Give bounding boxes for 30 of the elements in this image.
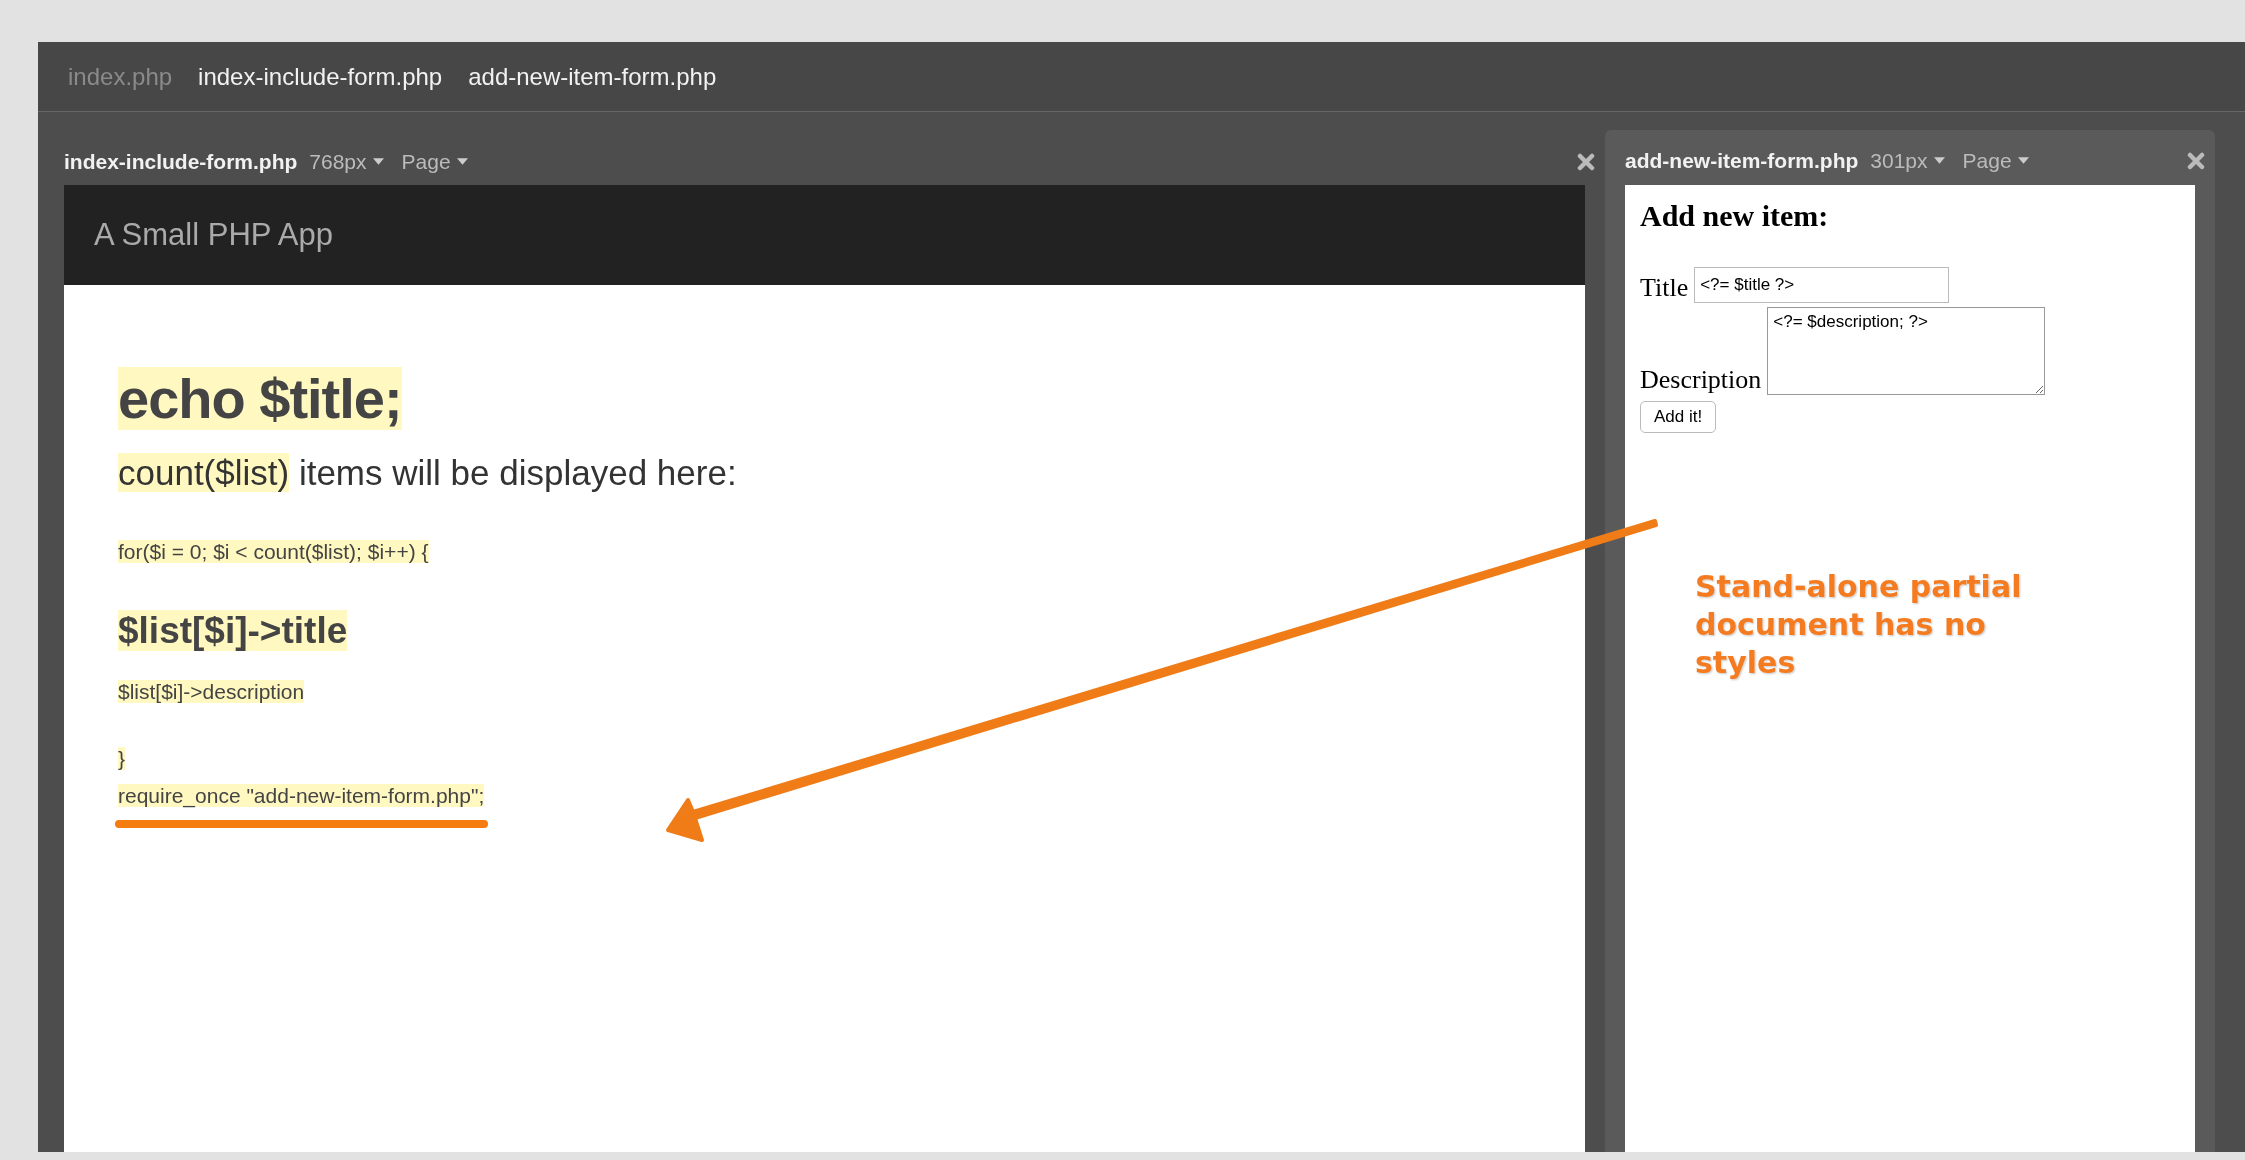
view-dropdown[interactable]: Page [401,149,468,174]
field-label: Title [1640,273,1689,303]
code-text: count($list) [118,453,290,493]
code-text: } [118,746,125,770]
file-tab[interactable]: add-new-item-form.php [460,58,725,95]
caret-icon [1933,157,1945,164]
body-text: items will be displayed here: [297,453,737,493]
close-icon[interactable] [1577,152,1595,171]
code-text: for($i = 0; $i < count($list); $i++) { [118,540,429,564]
navbar-title: A Small PHP App [94,217,333,253]
width-dropdown[interactable]: 301px [1870,148,1945,173]
panel-file-name: index-include-form.php [64,149,298,174]
panel-file-name: add-new-item-form.php [1625,148,1859,173]
code-text: echo $title; [118,367,402,430]
close-icon[interactable] [2187,151,2205,170]
view-dropdown[interactable]: Page [1962,148,2029,173]
file-tab[interactable]: index-include-form.php [190,58,451,95]
caret-icon [372,158,384,165]
caret-icon [2017,157,2029,164]
field-label: Description [1640,365,1762,395]
width-dropdown[interactable]: 768px [309,149,384,174]
input-field[interactable]: <?= $title ?> [1694,267,1950,303]
code-text: require_once "add-new-item-form.php"; [118,784,485,808]
code-text: $list[$i]->description [118,679,305,703]
caret-icon [456,158,468,165]
text-area[interactable]: <?= $description; ?> [1767,307,2046,395]
code-text: $list[$i]->title [118,609,348,651]
form-heading: Add new item: [1640,199,1830,233]
annotation-text: Stand-alone partial document has no styles [1695,568,2023,682]
submit-button[interactable]: Add it! [1640,401,1717,433]
